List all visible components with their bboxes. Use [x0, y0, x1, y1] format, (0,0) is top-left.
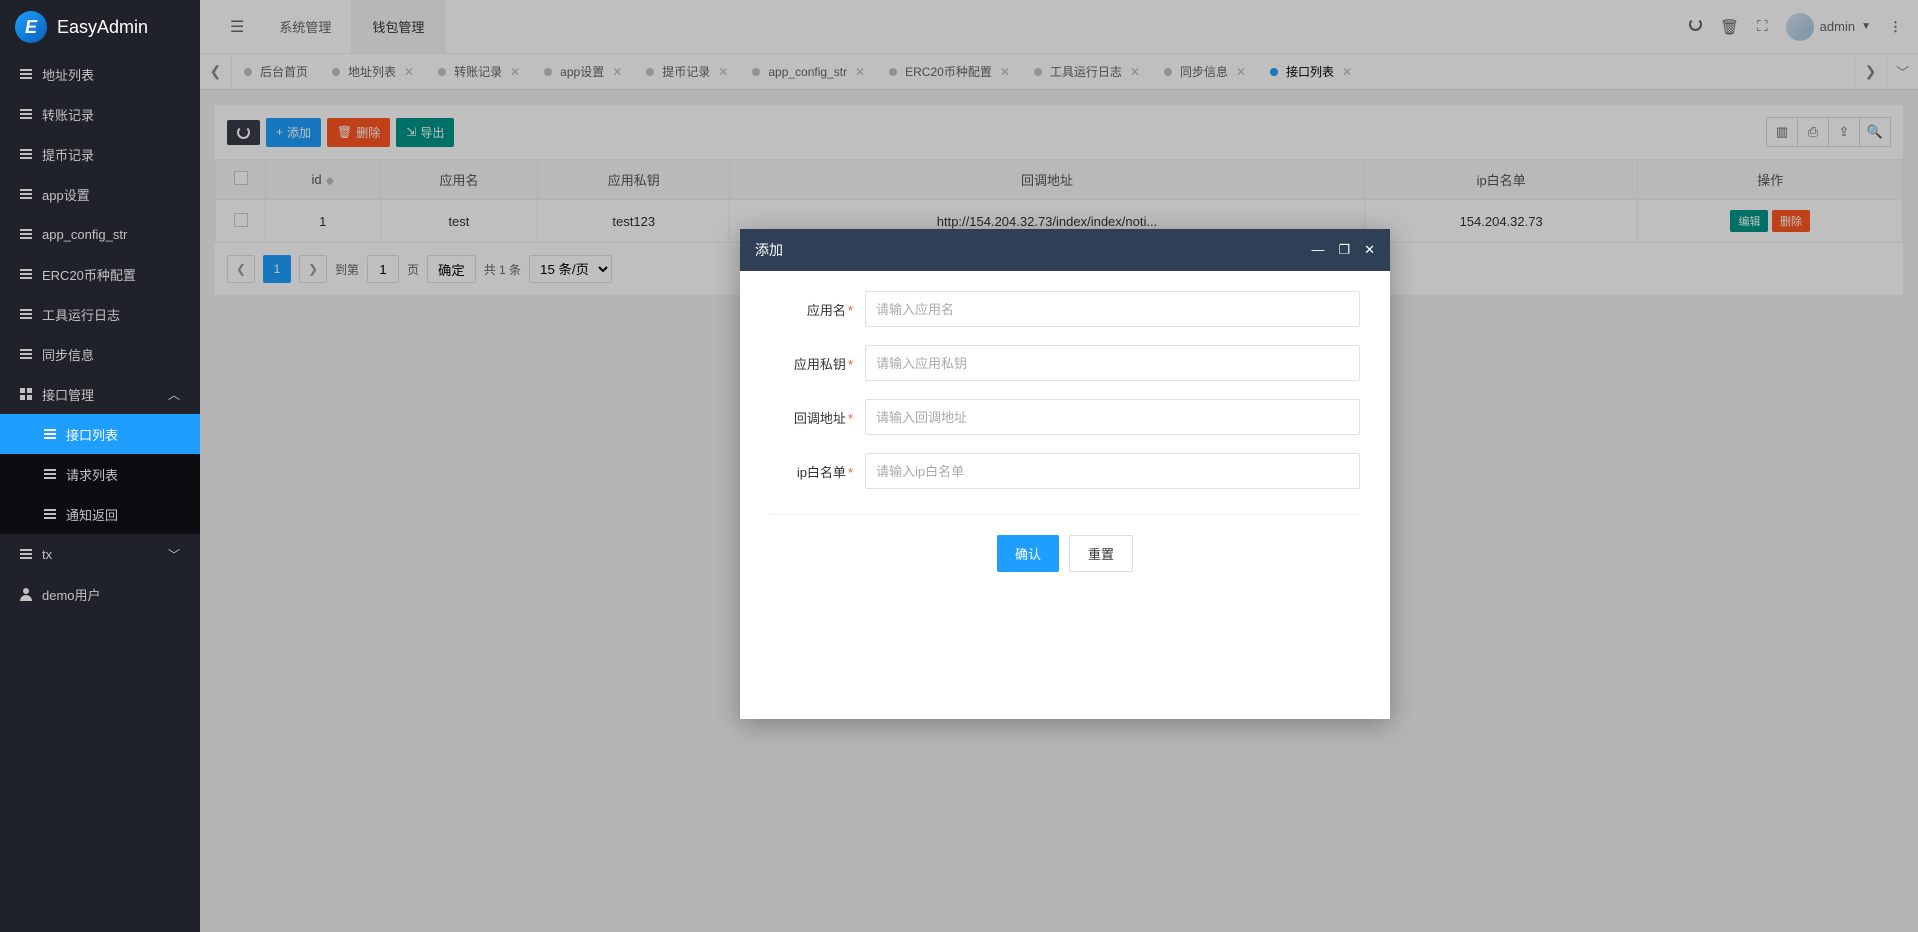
- sidebar-item-label: 工具运行日志: [42, 305, 120, 324]
- list-icon: [44, 509, 56, 519]
- sidebar-item-label: app设置: [42, 185, 90, 204]
- field-label: 应用私钥: [794, 357, 846, 372]
- modal-confirm-button[interactable]: 确认: [997, 535, 1059, 572]
- add-modal: 添加 — ❐ ✕ 应用名* 应用私钥* 回调地址*: [740, 229, 1390, 719]
- list-icon: [20, 189, 32, 199]
- logo-icon: E: [15, 11, 47, 43]
- list-icon: [20, 69, 32, 79]
- required-icon: *: [848, 357, 853, 372]
- sidebar-item-sync[interactable]: 同步信息: [0, 334, 200, 374]
- list-icon: [44, 429, 56, 439]
- field-label: ip白名单: [797, 465, 846, 480]
- chevron-down-icon: ﹀: [168, 546, 180, 563]
- sidebar-item-label: app_config_str: [42, 227, 127, 242]
- sidebar: E EasyAdmin 地址列表 转账记录 提币记录 app设置 app_con…: [0, 0, 200, 932]
- modal-minimize-button[interactable]: —: [1311, 242, 1324, 258]
- modal-maximize-button[interactable]: ❐: [1338, 242, 1350, 258]
- sidebar-item-label: 请求列表: [66, 465, 118, 484]
- list-icon: [20, 149, 32, 159]
- sidebar-item-tool-log[interactable]: 工具运行日志: [0, 294, 200, 334]
- required-icon: *: [848, 465, 853, 480]
- field-label: 应用名: [807, 303, 846, 318]
- sidebar-item-app-setting[interactable]: app设置: [0, 174, 200, 214]
- sidebar-item-label: 同步信息: [42, 345, 94, 364]
- list-icon: [44, 469, 56, 479]
- callback-url-input[interactable]: [865, 399, 1360, 435]
- modal-header[interactable]: 添加 — ❐ ✕: [740, 229, 1390, 271]
- list-icon: [20, 309, 32, 319]
- app-name-input[interactable]: [865, 291, 1360, 327]
- user-icon: [20, 588, 32, 600]
- modal-title: 添加: [755, 240, 783, 260]
- sidebar-item-notify-return[interactable]: 通知返回: [0, 494, 200, 534]
- sidebar-item-label: tx: [42, 547, 52, 562]
- sidebar-item-address-list[interactable]: 地址列表: [0, 54, 200, 94]
- divider: [770, 514, 1360, 515]
- modal-reset-button[interactable]: 重置: [1069, 535, 1133, 572]
- sidebar-item-label: 转账记录: [42, 105, 94, 124]
- sidebar-item-tx[interactable]: tx ﹀: [0, 534, 200, 574]
- sidebar-item-label: 接口管理: [42, 385, 94, 404]
- sidebar-item-withdraw[interactable]: 提币记录: [0, 134, 200, 174]
- sidebar-item-request-list[interactable]: 请求列表: [0, 454, 200, 494]
- chevron-up-icon: ︿: [168, 386, 180, 403]
- brand-text: EasyAdmin: [57, 17, 148, 38]
- sidebar-item-api-manage[interactable]: 接口管理 ︿: [0, 374, 200, 414]
- brand-logo[interactable]: E EasyAdmin: [0, 0, 200, 54]
- required-icon: *: [848, 411, 853, 426]
- sidebar-item-label: demo用户: [42, 585, 101, 604]
- ip-whitelist-input[interactable]: [865, 453, 1360, 489]
- sidebar-item-label: 接口列表: [66, 425, 118, 444]
- sidebar-item-transfer[interactable]: 转账记录: [0, 94, 200, 134]
- sidebar-item-label: 提币记录: [42, 145, 94, 164]
- sidebar-item-api-list[interactable]: 接口列表: [0, 414, 200, 454]
- list-icon: [20, 549, 32, 559]
- sidebar-item-app-config[interactable]: app_config_str: [0, 214, 200, 254]
- sidebar-item-label: 地址列表: [42, 65, 94, 84]
- app-key-input[interactable]: [865, 345, 1360, 381]
- sidebar-item-demo-user[interactable]: demo用户: [0, 574, 200, 614]
- list-icon: [20, 109, 32, 119]
- grid-icon: [20, 388, 32, 400]
- list-icon: [20, 349, 32, 359]
- required-icon: *: [848, 303, 853, 318]
- field-label: 回调地址: [794, 411, 846, 426]
- modal-close-button[interactable]: ✕: [1364, 242, 1375, 258]
- list-icon: [20, 229, 32, 239]
- list-icon: [20, 269, 32, 279]
- sidebar-item-label: ERC20币种配置: [42, 265, 136, 284]
- sidebar-item-erc20[interactable]: ERC20币种配置: [0, 254, 200, 294]
- sidebar-item-label: 通知返回: [66, 505, 118, 524]
